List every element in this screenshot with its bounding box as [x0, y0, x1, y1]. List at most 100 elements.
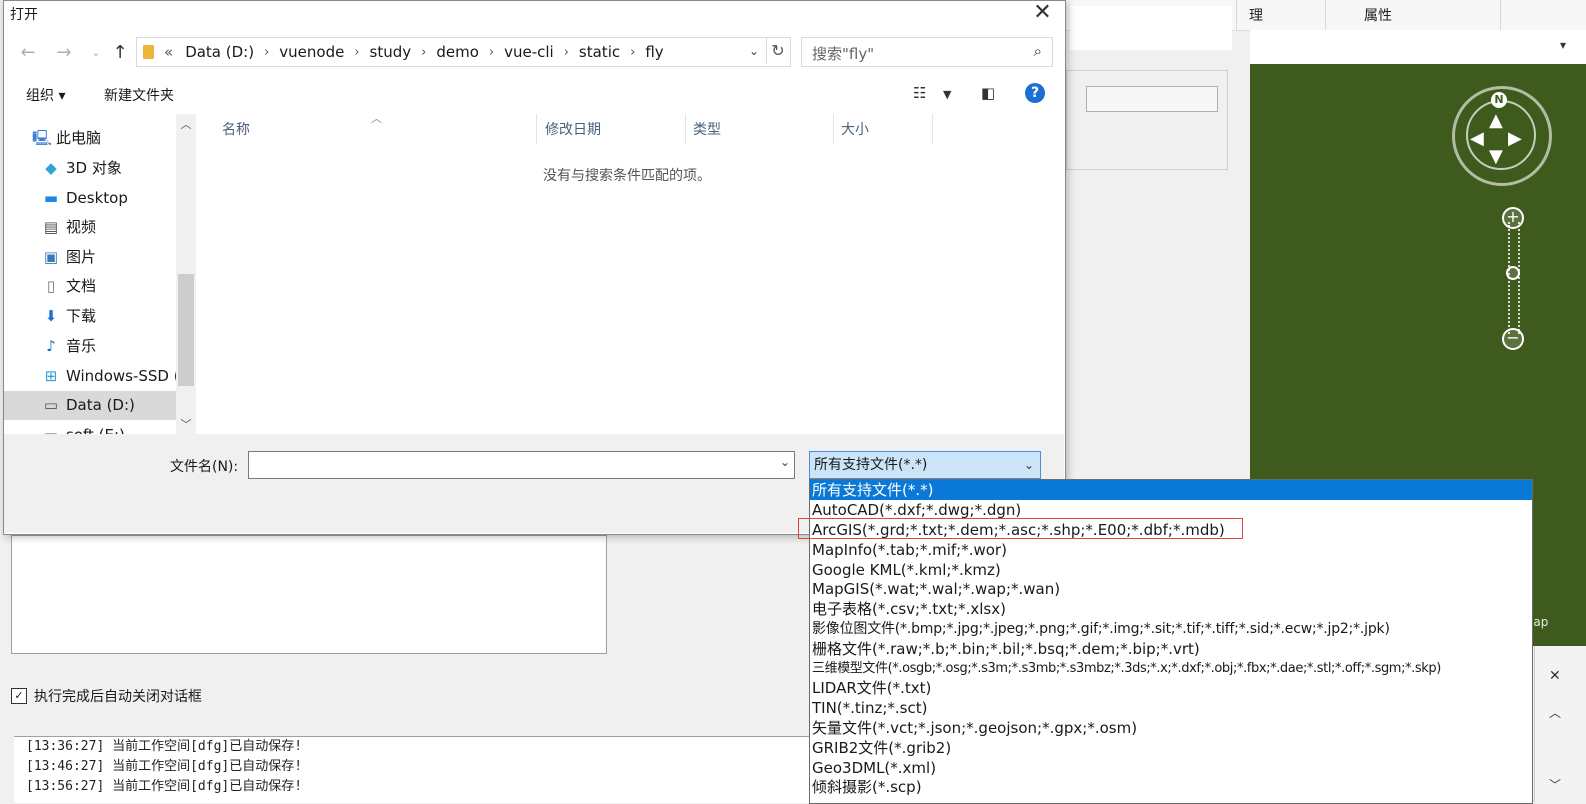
log-panel: [13:36:27] 当前工作空间[dfg]已自动保存! [13:46:27] … [14, 736, 809, 803]
pan-left-icon[interactable]: ◀ [1470, 128, 1484, 149]
file-type-option[interactable]: TIN(*.tinz;*.sct) [810, 698, 1532, 718]
breadcrumb-data-d[interactable]: Data (D:) [185, 43, 254, 61]
nav-item-label: Desktop [66, 189, 128, 207]
organize-menu-button[interactable]: 组织 ▾ [26, 85, 65, 105]
music-icon: ♪ [46, 337, 56, 355]
pan-down-icon[interactable]: ▼ [1489, 146, 1503, 167]
nav-item-desktop[interactable]: ▬ Desktop [4, 184, 196, 213]
nav-item-music[interactable]: ♪ 音乐 [4, 332, 196, 361]
address-history-chevron-icon[interactable]: ⌄ [744, 38, 764, 64]
background-panel [1070, 6, 1232, 50]
chevron-right-icon[interactable]: › [264, 45, 269, 60]
file-type-option[interactable]: GRIB2文件(*.grib2) [810, 738, 1532, 758]
up-arrow-icon[interactable]: ↑ [108, 40, 132, 66]
column-header-size[interactable]: 大小 [833, 114, 933, 144]
chevron-right-icon[interactable]: › [630, 45, 635, 60]
breadcrumb-static[interactable]: static [579, 43, 620, 61]
refresh-icon[interactable]: ↻ [766, 38, 789, 64]
auto-close-option[interactable]: ✓ 执行完成后自动关闭对话框 [11, 686, 202, 706]
file-type-filter[interactable]: 所有支持文件(*.*) ⌄ [809, 451, 1041, 479]
file-type-option[interactable]: LIDAR文件(*.txt) [810, 678, 1532, 698]
chevron-down-icon[interactable]: ⌄ [780, 455, 790, 469]
file-type-option[interactable]: AutoCAD(*.dxf;*.dwg;*.dgn) [810, 500, 1532, 520]
chevron-right-icon[interactable]: › [564, 45, 569, 60]
background-tab-properties[interactable]: 属性 [1325, 0, 1430, 30]
chevron-right-icon[interactable]: › [489, 45, 494, 60]
chevron-up-icon[interactable]: ︿ [1549, 704, 1561, 721]
search-input[interactable]: 搜索"fly" [812, 43, 874, 64]
nav-item-label: 图片 [66, 248, 97, 266]
background-combo[interactable]: ▾ [1250, 30, 1586, 65]
file-type-option[interactable]: MapGIS(*.wat;*.wal;*.wap;*.wan) [810, 579, 1532, 599]
column-header-name[interactable]: 名称 [214, 114, 537, 144]
folder-icon [143, 45, 154, 59]
file-list[interactable] [196, 114, 1062, 434]
file-type-option[interactable]: 矢量文件(*.vct;*.json;*.geojson;*.gpx;*.osm) [810, 718, 1532, 738]
background-input[interactable] [1086, 86, 1218, 112]
drive-icon: ▭ [42, 421, 60, 434]
column-header-type[interactable]: 类型 [685, 114, 834, 144]
file-type-option[interactable]: 电子表格(*.csv;*.txt;*.xlsx) [810, 599, 1532, 619]
address-bar[interactable]: « Data (D:) › vuenode › study › demo › vue-c… [136, 37, 791, 67]
chevron-down-icon[interactable]: ﹀ [176, 416, 196, 432]
log-line: [13:56:27] 当前工作空间[dfg]已自动保存! [26, 779, 303, 794]
address-overflow[interactable]: « [164, 43, 173, 61]
zoom-in-icon[interactable]: + [1502, 207, 1524, 229]
chevron-down-icon: ▾ [1559, 38, 1566, 52]
chevron-down-icon[interactable]: ﹀ [1549, 776, 1561, 793]
search-box[interactable]: 搜索"fly" ⌕ [801, 37, 1053, 67]
auto-close-checkbox[interactable]: ✓ [11, 688, 27, 704]
pan-up-icon[interactable]: ▲ [1489, 110, 1503, 131]
breadcrumb-fly[interactable]: fly [645, 43, 663, 61]
zoom-out-icon[interactable]: − [1502, 328, 1524, 350]
column-header-modified[interactable]: 修改日期 [537, 114, 686, 144]
background-list-box[interactable] [11, 535, 607, 654]
nav-item-label: 下载 [66, 307, 97, 325]
breadcrumb-vue-cli[interactable]: vue-cli [504, 43, 554, 61]
file-type-option[interactable]: Google KML(*.kml;*.kmz) [810, 560, 1532, 580]
file-type-option[interactable]: 倾斜摄影(*.scp) [810, 777, 1532, 797]
nav-item-documents[interactable]: ▯ 文档 [4, 272, 196, 301]
close-icon[interactable]: ✕ [1024, 0, 1061, 28]
file-type-option[interactable]: 三维模型文件(*.osgb;*.osg;*.s3m;*.s3mb;*.s3mbz… [810, 659, 1532, 679]
file-type-option[interactable]: 所有支持文件(*.*) [810, 480, 1532, 500]
view-options-icon[interactable]: ☷ [913, 84, 926, 102]
nav-item-videos[interactable]: ▤ 视频 [4, 213, 196, 242]
navigation-scrollbar[interactable]: ︿ ﹀ [176, 114, 196, 434]
nav-item-3d-objects[interactable]: ◆ 3D 对象 [4, 154, 196, 183]
preview-pane-icon[interactable]: ◧ [981, 84, 995, 102]
breadcrumb-study[interactable]: study [370, 43, 412, 61]
file-type-option[interactable]: 影像位图文件(*.bmp;*.jpg;*.jpeg;*.png;*.gif;*.… [810, 619, 1532, 639]
search-icon[interactable]: ⌕ [1034, 42, 1042, 60]
chevron-right-icon[interactable]: › [354, 45, 359, 60]
nav-item-soft-e[interactable]: ▭ soft (E:) [4, 421, 196, 434]
chevron-down-icon[interactable]: ⌄ [1024, 452, 1034, 478]
help-icon[interactable]: ? [1025, 83, 1045, 103]
nav-item-windows-ssd[interactable]: ⊞ Windows-SSD ( [4, 362, 196, 391]
recent-locations-icon[interactable]: ⌄ [84, 40, 108, 66]
navigation-pane[interactable]: 🖳 此电脑 ◆ 3D 对象 ▬ Desktop ▤ 视频 ▣ 图片 ▯ 文档 ⬇ 下载 ♪ 音乐… [4, 114, 196, 434]
new-folder-button[interactable]: 新建文件夹 [104, 85, 174, 105]
chevron-right-icon[interactable]: › [421, 45, 426, 60]
back-arrow-icon[interactable]: ← [16, 40, 40, 66]
pan-right-icon[interactable]: ▶ [1508, 128, 1522, 149]
file-type-option[interactable]: Geo3DML(*.xml) [810, 758, 1532, 778]
nav-item-pictures[interactable]: ▣ 图片 [4, 243, 196, 272]
nav-item-this-pc[interactable]: 🖳 此电脑 [4, 124, 196, 153]
file-type-option[interactable]: 栅格文件(*.raw;*.b;*.bin;*.bil;*.bsq;*.dem;*… [810, 639, 1532, 659]
chevron-down-icon[interactable]: ▼ [943, 88, 951, 101]
scrollbar-thumb[interactable] [178, 274, 194, 386]
background-tab-manage[interactable]: 理 [1236, 0, 1337, 30]
breadcrumb-vuenode[interactable]: vuenode [279, 43, 344, 61]
nav-item-downloads[interactable]: ⬇ 下载 [4, 302, 196, 331]
zoom-handle-icon[interactable] [1506, 266, 1520, 280]
breadcrumb-demo[interactable]: demo [436, 43, 479, 61]
nav-item-label: 文档 [66, 277, 97, 295]
close-icon[interactable]: ✕ [1549, 668, 1561, 684]
nav-item-data-d[interactable]: ▭ Data (D:) [4, 391, 180, 420]
forward-arrow-icon[interactable]: → [52, 40, 76, 66]
file-type-option[interactable]: MapInfo(*.tab;*.mif;*.wor) [810, 540, 1532, 560]
log-line: [13:36:27] 当前工作空间[dfg]已自动保存! [26, 739, 303, 754]
filename-field[interactable]: ⌄ [248, 451, 795, 479]
chevron-up-icon[interactable]: ︿ [176, 116, 196, 132]
